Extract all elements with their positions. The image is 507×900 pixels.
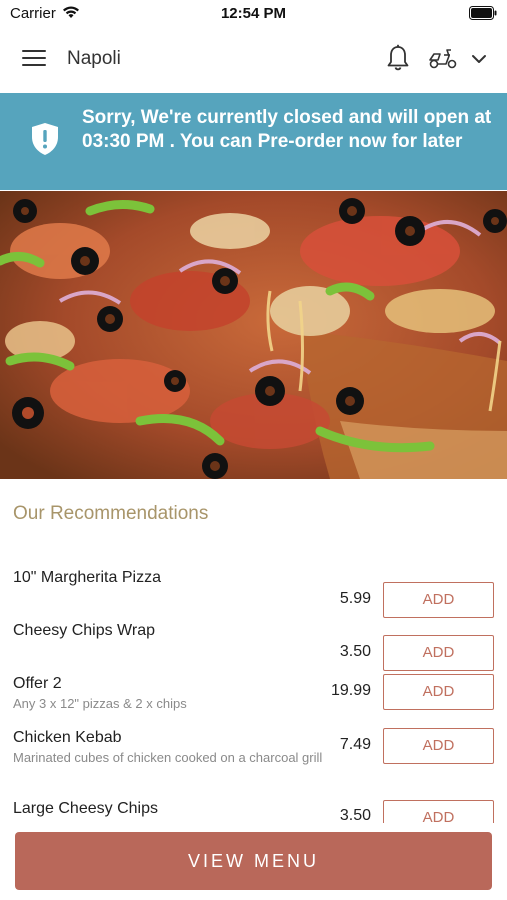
item-name: Cheesy Chips Wrap [13,622,155,639]
add-button[interactable]: ADD [383,728,494,764]
battery-icon [469,6,497,25]
clock: 12:54 PM [220,5,287,22]
item-name: Large Cheesy Chips [13,800,158,817]
bell-icon[interactable] [386,44,410,77]
recommendations-title: Our Recommendations [13,503,209,524]
app-header: Napoli [0,28,507,90]
status-bar: Carrier 12:54 PM [0,0,507,28]
scooter-icon[interactable] [427,46,459,75]
add-button[interactable]: ADD [383,582,494,618]
menu-icon[interactable] [22,50,46,68]
add-button[interactable]: ADD [383,674,494,710]
chevron-down-icon[interactable] [471,52,487,70]
closed-notice-banner: Sorry, We're currently closed and will o… [0,93,507,190]
add-button[interactable]: ADD [383,800,494,823]
add-button[interactable]: ADD [383,635,494,671]
item-price: 3.50 [339,643,371,660]
item-description: Any 3 x 12" pizzas & 2 x chips [13,696,187,711]
item-name: Chicken Kebab [13,729,122,746]
item-name: Offer 2 [13,675,62,692]
shield-icon [31,122,59,161]
item-price: 7.49 [339,736,371,753]
recommendations-list: 10" Margherita Pizza 5.99 ADD Cheesy Chi… [0,555,507,823]
item-description: Marinated cubes of chicken cooked on a c… [13,750,323,765]
pizza-photo [0,191,507,479]
view-menu-button[interactable]: VIEW MENU [15,832,492,890]
item-name: 10" Margherita Pizza [13,569,161,586]
closed-message: Sorry, We're currently closed and will o… [82,107,492,152]
item-price: 19.99 [330,682,371,699]
item-price: 3.50 [339,807,371,823]
item-price: 5.99 [339,590,371,607]
restaurant-title: Napoli [67,48,121,69]
